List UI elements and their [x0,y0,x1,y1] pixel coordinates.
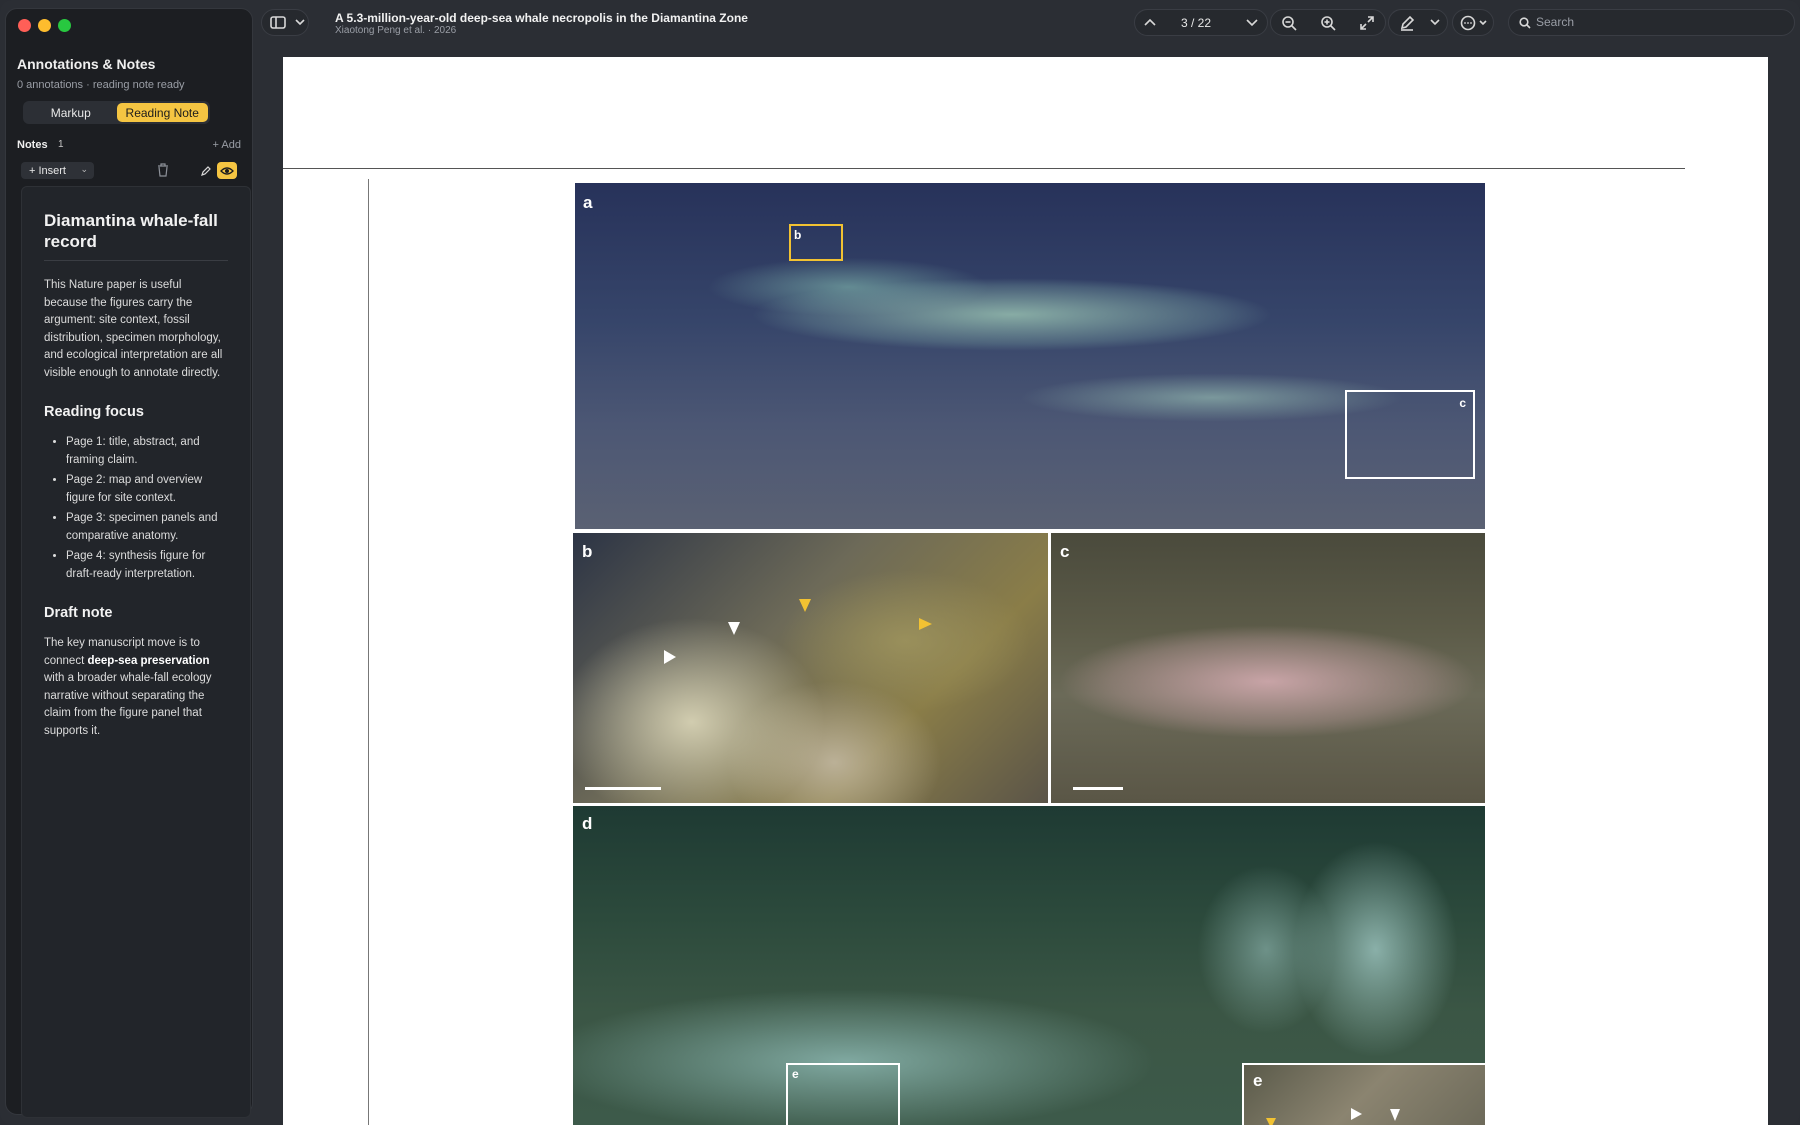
minimize-window-button[interactable] [38,19,51,32]
arrowhead-marker [728,622,740,635]
chevron-down-icon[interactable] [295,19,305,26]
list-item: Page 2: map and overview figure for site… [66,472,228,507]
panel-label-c: c [1060,542,1070,561]
annotations-sidebar: Annotations & Notes 0 annotations · read… [5,8,253,1118]
reading-note-editor[interactable]: Diamantina whale-fall record This Nature… [21,186,251,1118]
note-toolbar: + Insert ⌄ [17,162,249,180]
note-heading-focus: Reading focus [44,404,144,420]
zoom-in-icon[interactable] [1320,15,1336,31]
search-icon [1519,17,1531,29]
sidebar-title: Annotations & Notes [17,56,156,72]
chevron-down-icon[interactable] [1430,19,1440,26]
document-title: A 5.3-million-year-old deep-sea whale ne… [335,11,748,25]
page-indicator[interactable]: 3 / 22 [1181,16,1211,30]
panel-label-e: e [1253,1071,1263,1090]
document-subtitle: Xiaotong Peng et al. · 2026 [335,25,457,36]
add-note-button[interactable]: + Add [213,139,241,151]
notes-label: Notes [17,139,48,151]
sidebar-toggle-group [261,9,309,36]
pencil-icon[interactable] [197,162,215,179]
panel-label-a: a [583,193,593,212]
panel-label-b: b [582,542,593,561]
eye-icon[interactable] [217,162,237,179]
document-viewer[interactable]: a b c b c d e e [0,0,1800,1125]
arrowhead-marker [1266,1118,1276,1125]
panel-label-d: d [582,814,593,833]
figure-panel-a: a b c [575,183,1485,529]
more-options-button[interactable] [1452,9,1494,36]
pdf-page [283,57,1768,1125]
note-title: Diamantina whale-fall record [44,210,228,261]
tab-markup[interactable]: Markup [25,103,117,122]
focus-list: Page 1: title, abstract, and framing cla… [44,434,228,583]
close-window-button[interactable] [18,19,31,32]
list-item: Page 3: specimen panels and comparative … [66,510,228,545]
arrowhead-marker [799,599,811,612]
zoom-out-icon[interactable] [1281,15,1297,31]
list-item: Page 1: title, abstract, and framing cla… [66,434,228,469]
draft-text-bold: deep-sea preservation [87,654,210,667]
insert-button[interactable]: + Insert ⌄ [21,162,94,179]
chevron-down-icon[interactable] [1246,19,1258,27]
list-item: Page 4: synthesis figure for draft-ready… [66,548,228,583]
arrowhead-marker [1351,1108,1362,1120]
tab-reading-note[interactable]: Reading Note [116,103,208,122]
note-heading-draft: Draft note [44,605,113,621]
inset-box-e: e [786,1063,900,1125]
scale-bar [1073,787,1123,790]
more-icon [1460,15,1476,31]
arrowhead-marker [664,650,676,664]
sidebar-subtitle: 0 annotations · reading note ready [17,79,185,91]
page-header-rule [283,168,1685,169]
highlighter-icon[interactable] [1399,15,1415,31]
chevron-down-icon: ⌄ [80,164,88,174]
figure-panel-e: e [1242,1063,1485,1125]
draft-text-post: with a broader whale-fall ecology narrat… [44,672,212,737]
trash-icon[interactable] [157,163,169,177]
inset-box-c: c [1345,390,1475,479]
notes-count: 1 [58,139,64,150]
arrowhead-marker [1390,1109,1400,1121]
inset-label-c: c [1459,396,1466,410]
chevron-down-icon [1479,20,1487,26]
insert-label: + Insert [29,164,66,177]
page-margin-rule [368,179,369,1125]
chevron-up-icon[interactable] [1144,18,1156,26]
mode-segmented-control: Markup Reading Note [23,101,210,124]
inset-label-e: e [792,1067,799,1081]
figure-panel-d: d e [573,806,1485,1125]
markup-tool-group [1388,9,1448,36]
figure-panel-c: c [1051,533,1485,803]
figure-panel-b: b [573,533,1048,803]
note-draft: The key manuscript move is to connect de… [44,635,228,740]
expand-icon[interactable] [1359,15,1375,31]
zoom-controls [1270,9,1386,36]
search-field[interactable] [1508,9,1795,36]
zoom-window-button[interactable] [58,19,71,32]
app-window: Annotations & Notes 0 annotations · read… [0,0,1800,1125]
note-intro: This Nature paper is useful because the … [44,279,223,379]
search-input[interactable] [1536,15,1776,29]
inset-box-b: b [789,224,843,261]
notes-header: Notes 1 + Add [17,139,249,155]
inset-label-b: b [794,228,802,242]
arrowhead-marker [919,618,932,630]
scale-bar [585,787,661,790]
sidebar-icon[interactable] [270,16,286,29]
document-toolbar: A 5.3-million-year-old deep-sea whale ne… [253,0,1800,46]
page-navigation: 3 / 22 [1134,9,1268,36]
